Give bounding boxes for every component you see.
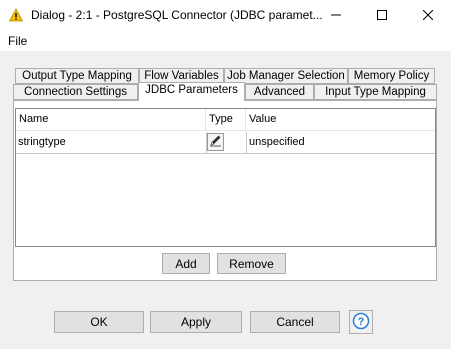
row-divider [16,153,435,154]
window-title: Dialog - 2:1 - PostgreSQL Connector (JDB… [31,8,323,22]
column-header-type[interactable]: Type [206,109,246,131]
type-edit-button[interactable] [207,133,224,151]
parameters-table[interactable]: Name Type Value stringtype unspecified [15,108,436,247]
column-header-name[interactable]: Name [16,109,206,131]
close-icon [422,9,434,23]
cell-value[interactable]: unspecified [246,132,435,154]
help-button[interactable]: ? [349,310,373,334]
title-bar[interactable]: Dialog - 2:1 - PostgreSQL Connector (JDB… [0,0,451,31]
maximize-icon [377,9,387,23]
menu-file[interactable]: File [8,34,27,48]
tab-connection-settings[interactable]: Connection Settings [13,84,138,100]
minimize-icon [331,9,341,23]
svg-text:?: ? [358,316,365,328]
tab-advanced[interactable]: Advanced [245,84,314,100]
warning-triangle-icon [8,8,24,22]
ok-button[interactable]: OK [54,311,144,333]
add-button[interactable]: Add [162,253,210,274]
pencil-icon [209,134,222,150]
menu-bar: File [0,31,451,51]
column-header-value[interactable]: Value [246,109,435,131]
tab-memory-policy[interactable]: Memory Policy [348,68,435,84]
cell-name[interactable]: stringtype [16,132,206,154]
remove-button[interactable]: Remove [217,253,286,274]
help-icon: ? [352,312,370,333]
cancel-button[interactable]: Cancel [250,311,340,333]
close-button[interactable] [405,0,451,31]
dialog-window: Dialog - 2:1 - PostgreSQL Connector (JDB… [0,0,451,349]
maximize-button[interactable] [359,0,405,31]
tab-jdbc-parameters[interactable]: JDBC Parameters [138,82,245,101]
minimize-button[interactable] [313,0,359,31]
cell-divider [206,132,207,154]
tab-output-type-mapping[interactable]: Output Type Mapping [15,68,139,84]
apply-button[interactable]: Apply [150,311,242,333]
tab-input-type-mapping[interactable]: Input Type Mapping [314,84,437,100]
